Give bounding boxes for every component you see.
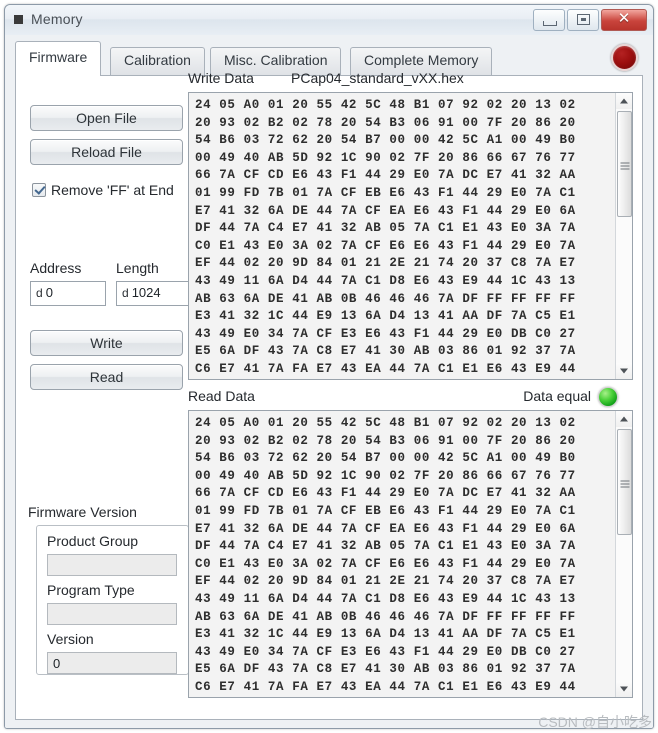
- scrollbar-grip-icon: [620, 479, 629, 488]
- hex-line: AB 63 6A DE 41 AB 0B 46 46 46 7A DF FF F…: [195, 609, 576, 624]
- remove-ff-checkbox[interactable]: Remove 'FF' at End: [32, 182, 174, 198]
- connection-status-led: [611, 44, 638, 71]
- program-type-label: Program Type: [47, 582, 135, 598]
- hex-line: EF 44 02 20 9D 84 01 21 2E 21 74 20 37 C…: [195, 574, 576, 589]
- read-button-label: Read: [89, 369, 124, 385]
- program-type-value: [47, 603, 177, 625]
- tab-complete-memory-label: Complete Memory: [364, 52, 479, 68]
- window-title: Memory: [31, 11, 83, 27]
- hex-line: 24 05 A0 01 20 55 42 5C 48 B1 07 92 02 2…: [195, 98, 576, 112]
- tab-firmware[interactable]: Firmware: [15, 41, 102, 76]
- write-data-hex-content: 24 05 A0 01 20 55 42 5C 48 B1 07 92 02 2…: [189, 93, 615, 379]
- minimize-icon: [543, 21, 557, 26]
- reload-file-button[interactable]: Reload File: [30, 139, 183, 165]
- scroll-up-arrow-icon[interactable]: [616, 93, 632, 109]
- hex-line: AB 63 6A DE 41 AB 0B 46 46 46 7A DF FF F…: [195, 291, 576, 306]
- scrollbar-thumb[interactable]: [617, 429, 632, 535]
- hex-line: C0 E1 43 E0 3A 02 7A CF E6 E6 43 F1 44 2…: [195, 556, 576, 571]
- hex-line: 20 93 02 B2 02 78 20 54 B3 06 91 00 7F 2…: [195, 115, 576, 130]
- read-data-scrollbar[interactable]: [615, 411, 632, 697]
- hex-line: 43 49 E0 34 7A CF E3 E6 43 F1 44 29 E0 D…: [195, 326, 576, 341]
- scrollbar-grip-icon: [620, 161, 629, 170]
- firmware-version-group: Product Group Program Type Version 0: [36, 525, 189, 675]
- read-data-label: Read Data: [188, 388, 255, 404]
- data-equal-label: Data equal: [523, 388, 591, 404]
- memory-window: Memory ✕ Firmware Calibration Misc. Cali…: [4, 4, 654, 729]
- address-label: Address: [30, 260, 82, 276]
- read-button[interactable]: Read: [30, 364, 183, 390]
- scrollbar-thumb[interactable]: [617, 111, 632, 217]
- remove-ff-label: Remove 'FF' at End: [51, 182, 174, 198]
- hex-line: 24 05 A0 01 20 55 42 5C 48 B1 07 92 02 2…: [195, 416, 576, 430]
- open-file-button[interactable]: Open File: [30, 105, 183, 131]
- length-radix: d: [122, 286, 129, 300]
- hex-line: EF 44 02 20 9D 84 01 21 2E 21 74 20 37 C…: [195, 256, 576, 271]
- hex-line: 66 7A CF CD E6 43 F1 44 29 E0 7A DC E7 4…: [195, 168, 576, 183]
- maximize-icon: [577, 14, 590, 25]
- hex-line: DF 44 7A C4 E7 41 32 AB 05 7A C1 E1 43 E…: [195, 539, 576, 554]
- version-value: 0: [47, 652, 177, 674]
- checkbox-checked-icon: [32, 183, 46, 197]
- length-value: 1024: [131, 285, 161, 300]
- maximize-button[interactable]: [567, 9, 599, 31]
- write-data-filename: PCap04_standard_vXX.hex: [291, 70, 464, 86]
- hex-line: E3 41 32 1C 44 E9 13 6A D4 13 41 AA DF 7…: [195, 309, 576, 324]
- address-radix: d: [36, 286, 43, 300]
- hex-line: C0 E1 43 E0 3A 02 7A CF E6 E6 43 F1 44 2…: [195, 238, 576, 253]
- hex-line: C6 E7 41 7A FA E7 43 EA 44 7A C1 E1 E6 4…: [195, 361, 576, 376]
- hex-line: E7 41 32 6A DE 44 7A CF EA E6 43 F1 44 2…: [195, 203, 576, 218]
- reload-file-label: Reload File: [71, 144, 142, 160]
- open-file-label: Open File: [76, 110, 137, 126]
- close-button[interactable]: ✕: [601, 9, 647, 31]
- write-data-hex-panel[interactable]: 24 05 A0 01 20 55 42 5C 48 B1 07 92 02 2…: [188, 92, 633, 380]
- window-controls: ✕: [533, 9, 647, 31]
- hex-line: C6 E7 41 7A FA E7 43 EA 44 7A C1 E1 E6 4…: [195, 679, 576, 694]
- product-group-value: [47, 554, 177, 576]
- hex-line: 66 7A CF CD E6 43 F1 44 29 E0 7A DC E7 4…: [195, 486, 576, 501]
- hex-line: 00 49 40 AB 5D 92 1C 90 02 7F 20 86 66 6…: [195, 468, 576, 483]
- hex-line: 43 49 11 6A D4 44 7A C1 D8 E6 43 E9 44 1…: [195, 591, 576, 606]
- read-data-hex-content: 24 05 A0 01 20 55 42 5C 48 B1 07 92 02 2…: [189, 411, 615, 697]
- tab-misc-calibration-label: Misc. Calibration: [224, 52, 328, 68]
- hex-line: DF 44 7A C4 E7 41 32 AB 05 7A C1 E1 43 E…: [195, 221, 576, 236]
- window-client-area: Firmware Calibration Misc. Calibration C…: [5, 35, 653, 728]
- hex-line: E5 6A DF 43 7A C8 E7 41 30 AB 03 86 01 9…: [195, 344, 576, 359]
- hex-line: 00 49 40 AB 5D 92 1C 90 02 7F 20 86 66 6…: [195, 150, 576, 165]
- write-button[interactable]: Write: [30, 330, 183, 356]
- hex-line: 54 B6 03 72 62 20 54 B7 00 00 42 5C A1 0…: [195, 133, 576, 148]
- hex-line: E7 41 32 6A DE 44 7A CF EA E6 43 F1 44 2…: [195, 521, 576, 536]
- hex-line: 01 99 FD 7B 01 7A CF EB E6 43 F1 44 29 E…: [195, 503, 576, 518]
- length-input[interactable]: d 1024: [116, 281, 192, 306]
- read-data-hex-panel[interactable]: 24 05 A0 01 20 55 42 5C 48 B1 07 92 02 2…: [188, 410, 633, 698]
- firmware-version-group-label: Firmware Version: [28, 504, 137, 520]
- hex-line: 43 49 E0 34 7A CF E3 E6 43 F1 44 29 E0 D…: [195, 644, 576, 659]
- hex-line: 01 99 FD 7B 01 7A CF EB E6 43 F1 44 29 E…: [195, 185, 576, 200]
- app-square-icon: [14, 15, 23, 24]
- version-label: Version: [47, 631, 94, 647]
- window-titlebar[interactable]: Memory ✕: [5, 5, 653, 36]
- address-input[interactable]: d0: [30, 281, 106, 306]
- tab-calibration-label: Calibration: [124, 52, 191, 68]
- scroll-down-arrow-icon[interactable]: [616, 363, 632, 379]
- write-data-scrollbar[interactable]: [615, 93, 632, 379]
- watermark: CSDN @自小吃多: [538, 714, 652, 730]
- close-icon: ✕: [617, 10, 631, 27]
- minimize-button[interactable]: [533, 9, 565, 31]
- scroll-down-arrow-icon[interactable]: [616, 681, 632, 697]
- hex-line: E3 41 32 1C 44 E9 13 6A D4 13 41 AA DF 7…: [195, 627, 576, 642]
- tab-firmware-label: Firmware: [29, 49, 88, 65]
- product-group-label: Product Group: [47, 533, 139, 549]
- length-label: Length: [116, 260, 159, 276]
- write-data-label: Write Data: [188, 70, 254, 86]
- scroll-up-arrow-icon[interactable]: [616, 411, 632, 427]
- hex-line: E5 6A DF 43 7A C8 E7 41 30 AB 03 86 01 9…: [195, 662, 576, 677]
- hex-line: 20 93 02 B2 02 78 20 54 B3 06 91 00 7F 2…: [195, 433, 576, 448]
- address-value: 0: [45, 285, 53, 300]
- firmware-tab-page: Open File Reload File Remove 'FF' at End…: [15, 70, 643, 720]
- hex-line: 54 B6 03 72 62 20 54 B7 00 00 42 5C A1 0…: [195, 451, 576, 466]
- data-equal-led: [598, 387, 618, 407]
- write-button-label: Write: [90, 335, 123, 351]
- hex-line: 43 49 11 6A D4 44 7A C1 D8 E6 43 E9 44 1…: [195, 273, 576, 288]
